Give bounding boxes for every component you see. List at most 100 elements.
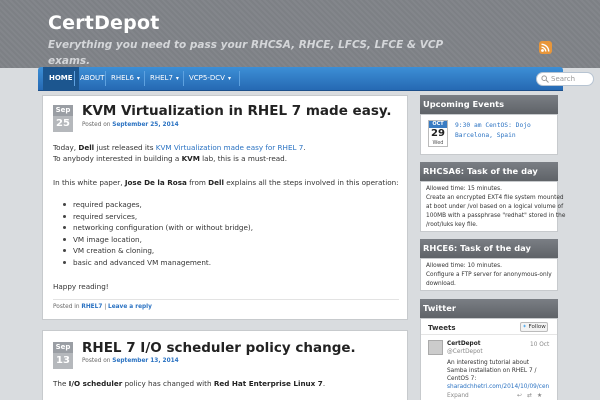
list-item: required packages, <box>61 199 253 211</box>
chevron-down-icon: ▾ <box>227 75 231 82</box>
rss-icon[interactable] <box>539 41 552 54</box>
text-span: Today, <box>53 143 77 152</box>
text-span: To anybody interested in building a <box>53 154 180 163</box>
task-line: Allowed time: 10 minutes. <box>426 263 502 269</box>
text-span: Red Hat Enterprise Linux 7 <box>213 379 323 388</box>
task-line: download. <box>426 281 456 287</box>
widget-title: RHCE6: Task of the day <box>420 239 558 258</box>
post-paragraph: The I/O scheduler policy has changed wit… <box>53 379 325 388</box>
task-line: Create an encrypted EXT4 file system mou… <box>426 195 564 201</box>
event-link[interactable]: 9:30 am CentOS: Dojo <box>455 122 531 130</box>
post-date-box: Sep 13 <box>53 342 73 369</box>
post-meta: Posted on September 13, 2014 <box>82 358 179 364</box>
posted-in-label: Posted in <box>53 304 80 310</box>
divider <box>53 299 399 300</box>
post-month: Sep <box>53 105 73 116</box>
site-title[interactable]: CertDepot <box>48 12 159 34</box>
category-link[interactable]: RHEL7 <box>81 304 102 310</box>
task-line: 100MB with a passphrase "redhat" stored … <box>426 213 566 219</box>
post-article: Sep 25 KVM Virtualization in RHEL 7 made… <box>42 95 408 320</box>
footer-separator: | <box>104 304 107 310</box>
post-date-link[interactable]: September 25, 2014 <box>112 122 178 128</box>
post-title[interactable]: KVM Virtualization in RHEL 7 made easy. <box>82 103 392 119</box>
list-item: VM creation & cloning, <box>61 245 253 257</box>
post-day: 25 <box>53 116 73 132</box>
text-span: . <box>303 143 306 152</box>
avatar[interactable] <box>428 340 443 355</box>
post-paragraph: To anybody interested in building a KVM … <box>53 154 287 163</box>
tweet-text: CentOS 7: <box>447 376 477 382</box>
twitter-bird-icon: ✦ <box>522 324 527 330</box>
task-line: Allowed time: 15 minutes. <box>426 186 502 192</box>
post-day: 13 <box>53 353 73 369</box>
kvm-whitepaper-link[interactable]: KVM Virtualization made easy for RHEL 7 <box>156 143 304 152</box>
nav-separator <box>239 71 240 86</box>
text-span: lab, this is a must-read. <box>202 154 288 163</box>
list-item: basic and advanced VM management. <box>61 257 253 269</box>
tweet-link[interactable]: sharadchhetri.com/2014/10/09/cen <box>447 383 557 391</box>
tweet-expand[interactable]: Expand <box>447 392 469 400</box>
follow-button[interactable]: ✦ Follow <box>520 322 548 332</box>
tweet-text: Samba installation on RHEL 7 / <box>447 368 537 374</box>
nav-about-label: ABOUT <box>80 74 105 82</box>
post-closing: Happy reading! <box>53 282 109 291</box>
post-date-link[interactable]: September 13, 2014 <box>112 358 178 364</box>
widget-title: Upcoming Events <box>420 95 558 114</box>
main-nav: HOME ABOUT RHEL6 ▾ RHEL7 ▾ VCP5-DCV ▾ Searc… <box>38 67 594 91</box>
list-item: networking configuration (with or withou… <box>61 222 253 234</box>
text-span: KVM <box>181 154 200 163</box>
text-span: Dell <box>208 178 224 187</box>
search-input[interactable]: Search <box>536 72 594 86</box>
nav-rhel7[interactable]: RHEL7 ▾ <box>144 67 185 90</box>
text-span: I/O scheduler <box>68 379 123 388</box>
widget-title: Twitter <box>420 299 558 318</box>
task-line: /root/luks key file. <box>426 222 478 228</box>
search-placeholder: Search <box>551 75 576 83</box>
nav-rhel6-label: RHEL6 <box>111 74 134 82</box>
text-span: Dell <box>78 143 95 152</box>
post-footer: Posted in RHEL7 | Leave a reply <box>53 304 152 310</box>
post-paragraph: Today, Dell just released its KVM Virtua… <box>53 143 306 152</box>
post-title[interactable]: RHEL 7 I/O scheduler policy change. <box>82 340 356 356</box>
tweet-date[interactable]: 10 Oct <box>530 341 549 349</box>
steps-list: required packages, required services, ne… <box>61 199 253 268</box>
nav-rhel6[interactable]: RHEL6 ▾ <box>105 67 146 90</box>
task-line: Configure a FTP server for anonymous-onl… <box>426 272 552 278</box>
widget-title: RHCSA6: Task of the day <box>420 162 558 181</box>
text-span: from <box>189 178 206 187</box>
nav-vcp5-dcv-label: VCP5-DCV <box>189 74 225 82</box>
favorite-icon[interactable]: ★ <box>537 392 542 400</box>
text-span: just released its <box>96 143 154 152</box>
post-month: Sep <box>53 342 73 353</box>
tweet-handle[interactable]: @CertDepot <box>447 348 483 356</box>
event-day: 29 <box>431 128 445 139</box>
rhcsa-widget: Allowed time: 15 minutes. Create an encr… <box>420 181 565 232</box>
leave-reply-link[interactable]: Leave a reply <box>108 304 152 310</box>
chevron-down-icon: ▾ <box>136 75 140 82</box>
site-tagline: Everything you need to pass your RHCSA, … <box>48 39 444 67</box>
post-meta: Posted on September 25, 2014 <box>82 122 179 128</box>
posted-on-label: Posted on <box>82 358 111 364</box>
event-location[interactable]: Barcelona, Spain <box>455 132 516 140</box>
tweet-author[interactable]: CertDepot <box>447 340 480 348</box>
list-item: required services, <box>61 211 253 223</box>
tweet-text: An interesting tutorial about <box>447 360 530 366</box>
retweet-icon[interactable]: ⇄ <box>527 392 532 400</box>
twitter-widget: Tweets ✦ Follow CertDepot @CertDepot 10 … <box>420 318 558 400</box>
post-paragraph: In this white paper, Jose De la Rosa fro… <box>53 178 399 187</box>
calendar-icon: OCT 29 Wed <box>428 120 448 147</box>
chevron-down-icon: ▾ <box>175 75 179 82</box>
nav-rhel7-label: RHEL7 <box>150 74 173 82</box>
posted-on-label: Posted on <box>82 122 111 128</box>
nav-vcp5-dcv[interactable]: VCP5-DCV ▾ <box>183 67 237 90</box>
text-span: . <box>322 379 326 388</box>
rhce-widget: Allowed time: 10 minutes. Configure a FT… <box>420 258 558 291</box>
tweets-header: Tweets ✦ Follow <box>421 319 557 335</box>
text-span: explains all the steps involved in this … <box>226 178 399 187</box>
event-month: OCT <box>429 121 447 128</box>
text-span: In this white paper, <box>53 178 123 187</box>
tweets-label: Tweets <box>428 324 456 332</box>
text-span: The <box>53 379 67 388</box>
reply-icon[interactable]: ↩ <box>517 392 522 400</box>
text-span: Jose De la Rosa <box>124 178 187 187</box>
